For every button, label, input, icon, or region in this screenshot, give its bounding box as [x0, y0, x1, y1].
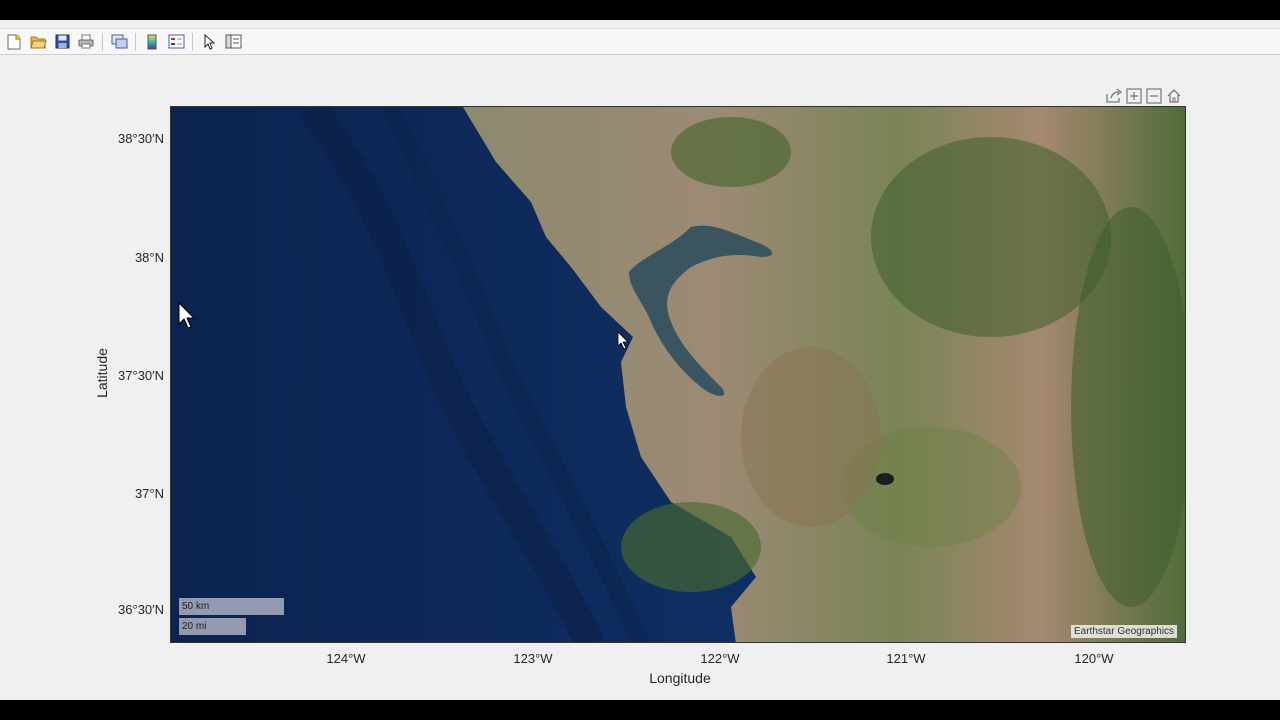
- lat-tick-label: 38°30′N: [118, 131, 164, 146]
- map-attribution: Earthstar Geographics: [1071, 625, 1178, 638]
- lon-tick-label: 121°W: [886, 651, 926, 666]
- edit-plot-arrow-icon[interactable]: [199, 32, 219, 52]
- legend-icon[interactable]: [166, 32, 186, 52]
- save-icon[interactable]: [52, 32, 72, 52]
- map-image: [171, 107, 1185, 642]
- lon-tick-label: 122°W: [700, 651, 740, 666]
- toolbar-separator: [192, 32, 193, 51]
- taskbar: [0, 700, 1280, 720]
- colorbar-icon[interactable]: [142, 32, 162, 52]
- mouse-cursor-icon: [178, 302, 196, 329]
- lon-tick-label: 120°W: [1074, 651, 1114, 666]
- y-axis-label: Latitude: [94, 348, 110, 398]
- lat-tick-label: 38°N: [134, 250, 164, 265]
- zoom-in-icon[interactable]: [1124, 86, 1143, 105]
- toolbar-separator: [102, 32, 103, 51]
- figure-toolbar: [0, 28, 1280, 55]
- export-icon[interactable]: [1104, 86, 1123, 105]
- zoom-out-icon[interactable]: [1144, 86, 1163, 105]
- property-inspector-icon[interactable]: [223, 32, 243, 52]
- lon-tick-label: 124°W: [326, 651, 366, 666]
- toolbar-separator: [135, 32, 136, 51]
- new-figure-icon[interactable]: [4, 32, 24, 52]
- axes-toolbar: [1104, 86, 1183, 105]
- lat-tick-label: 37°N: [134, 486, 164, 501]
- satellite-map[interactable]: 50 km 20 mi: [170, 106, 1186, 643]
- print-icon[interactable]: [76, 32, 96, 52]
- x-axis-label: Longitude: [649, 670, 711, 686]
- lat-tick-label: 36°30′N: [118, 602, 164, 617]
- open-file-icon[interactable]: [28, 32, 48, 52]
- menu-bar: [0, 20, 1280, 28]
- link-plot-icon[interactable]: [109, 32, 129, 52]
- lon-tick-label: 123°W: [513, 651, 553, 666]
- mouse-cursor-icon: [617, 331, 629, 350]
- scale-bar-mi: 20 mi: [179, 618, 246, 635]
- title-bar: [0, 0, 1280, 20]
- home-icon[interactable]: [1164, 86, 1183, 105]
- scale-bar-km: 50 km: [179, 598, 284, 615]
